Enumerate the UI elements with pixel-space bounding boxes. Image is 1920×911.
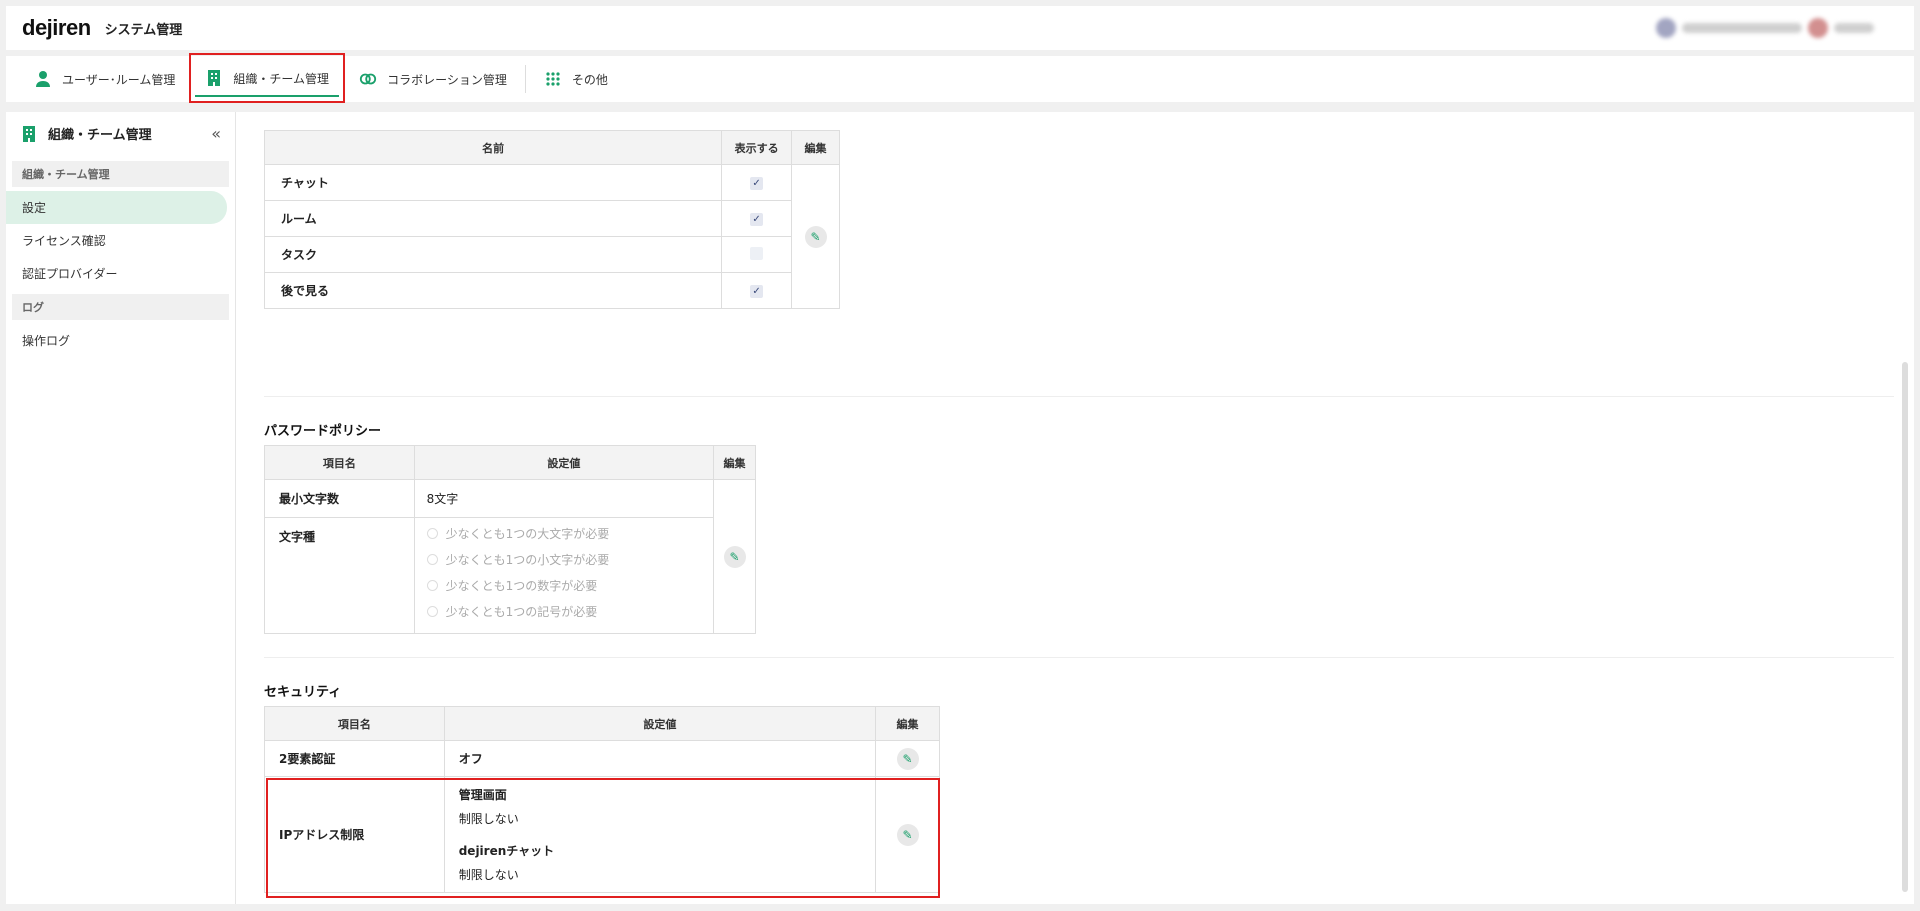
col-header-name: 名前	[263, 130, 723, 165]
table-row: 文字種 少なくとも1つの大文字が必要 少なくとも1つの小文字が必要 少なくとも1…	[264, 517, 756, 634]
col-header-edit: 編集	[791, 130, 840, 165]
user-menu[interactable]	[1656, 18, 1874, 38]
min-length-label: 最小文字数	[264, 479, 415, 518]
table-row: 後で見る ✓	[263, 272, 840, 309]
min-length-value: 8文字	[413, 479, 715, 518]
ip-admin-label: 管理画面	[458, 787, 507, 802]
table-row: ルーム ✓	[263, 200, 840, 237]
security-title: セキュリティ	[264, 685, 342, 700]
option-checkbox[interactable]	[426, 553, 438, 565]
display-checkbox[interactable]: ✓	[750, 285, 764, 298]
col-header-item: 項目名	[264, 445, 415, 480]
user-name-blurred	[1834, 23, 1874, 33]
person-icon	[34, 70, 52, 88]
twofa-value: オフ	[443, 740, 877, 777]
twofa-label: 2要素認証	[264, 740, 445, 777]
sidebar-title: 組織・チーム管理	[48, 128, 152, 143]
option-checkbox[interactable]	[426, 579, 438, 591]
tab-separator	[524, 65, 526, 93]
edit-features-button[interactable]: ✎	[804, 225, 827, 248]
top-bar: dejiren システム管理	[6, 6, 1914, 50]
display-checkbox[interactable]: ✓	[750, 177, 764, 190]
edit-ip-restriction-button[interactable]: ✎	[896, 823, 919, 846]
feature-name: 後で見る	[263, 272, 723, 309]
char-type-label: 文字種	[264, 517, 415, 634]
char-option: 少なくとも1つの大文字が必要	[426, 520, 701, 546]
tab-label: 組織・チーム管理	[233, 71, 330, 86]
tab-collaboration[interactable]: コラボレーション管理	[345, 56, 521, 102]
tab-org-team[interactable]: 組織・チーム管理	[189, 53, 346, 103]
edit-twofa-button[interactable]: ✎	[896, 747, 919, 770]
section-divider	[264, 657, 1894, 658]
main-tab-bar: ユーザー･ルーム管理 組織・チーム管理 コラボレーション管理 その他	[6, 53, 1914, 103]
char-option: 少なくとも1つの記号が必要	[426, 598, 701, 624]
building-icon	[20, 125, 38, 143]
sidebar-item-auth-provider[interactable]: 認証プロバイダー	[6, 257, 235, 290]
collapse-sidebar-icon[interactable]: «	[211, 124, 221, 143]
sidebar: 組織・チーム管理 « 組織・チーム管理 設定 ライセンス確認 認証プロバイダー …	[6, 112, 236, 904]
col-header-item: 項目名	[264, 706, 445, 741]
password-policy-table: 項目名 設定値 編集 最小文字数 8文字 ✎ 文字種 少なくとも1つの大文字が必…	[264, 445, 756, 634]
ip-admin-value: 制限しない	[458, 811, 519, 826]
option-label: 少なくとも1つの小文字が必要	[445, 552, 610, 567]
org-name-blurred	[1682, 23, 1802, 33]
edit-password-policy-button[interactable]: ✎	[723, 545, 746, 568]
col-header-value: 設定値	[413, 445, 715, 480]
table-row: タスク	[263, 236, 840, 273]
tab-user-room[interactable]: ユーザー･ルーム管理	[20, 56, 189, 102]
app-logo[interactable]: dejiren	[22, 15, 91, 41]
sidebar-item-settings[interactable]: 設定	[6, 191, 227, 224]
app-title: システム管理	[104, 22, 183, 38]
option-checkbox[interactable]	[426, 527, 438, 539]
building-icon	[205, 69, 223, 87]
ip-restriction-label: IPアドレス制限	[264, 776, 445, 893]
option-checkbox[interactable]	[426, 605, 438, 617]
table-row: 最小文字数 8文字 ✎	[264, 479, 756, 634]
security-table: 項目名 設定値 編集 2要素認証 オフ ✎ IPアドレス制限 管理画面 制限しな…	[264, 706, 940, 893]
option-label: 少なくとも1つの数字が必要	[445, 578, 598, 593]
col-header-edit: 編集	[875, 706, 940, 741]
feature-display-table: 名前 表示する 編集 チャット ✓ ✎ ルーム ✓ タスク 後で見る ✓	[263, 130, 840, 309]
option-label: 少なくとも1つの記号が必要	[445, 604, 598, 619]
char-option: 少なくとも1つの数字が必要	[426, 572, 701, 598]
table-row: 2要素認証 オフ ✎	[264, 740, 940, 777]
password-policy-title: パスワードポリシー	[264, 424, 382, 439]
tab-label: ユーザー･ルーム管理	[62, 72, 176, 87]
tab-label: その他	[571, 72, 608, 87]
sidebar-section-org: 組織・チーム管理	[12, 161, 229, 187]
ip-chat-label: dejirenチャット	[458, 843, 555, 858]
col-header-display: 表示する	[721, 130, 793, 165]
display-checkbox[interactable]	[750, 246, 764, 260]
scrollbar[interactable]	[1902, 362, 1908, 892]
display-checkbox[interactable]: ✓	[750, 213, 764, 226]
table-row: チャット ✓ ✎	[263, 164, 840, 309]
col-header-edit: 編集	[713, 445, 756, 480]
sidebar-item-license[interactable]: ライセンス確認	[6, 224, 235, 257]
section-divider	[264, 396, 1894, 397]
grid-icon	[544, 70, 562, 88]
table-row: IPアドレス制限 管理画面 制限しない dejirenチャット 制限しない ✎	[264, 776, 940, 893]
main-content: 名前 表示する 編集 チャット ✓ ✎ ルーム ✓ タスク 後で見る ✓ パスワ…	[236, 112, 1914, 904]
sidebar-header: 組織・チーム管理	[6, 112, 235, 155]
char-option: 少なくとも1つの小文字が必要	[426, 546, 701, 572]
user-avatar	[1808, 18, 1828, 38]
ip-chat-value: 制限しない	[458, 867, 519, 882]
tab-other[interactable]: その他	[530, 56, 622, 102]
feature-name: タスク	[263, 236, 723, 273]
sidebar-section-log: ログ	[12, 294, 229, 320]
col-header-value: 設定値	[443, 706, 877, 741]
tab-label: コラボレーション管理	[387, 72, 507, 87]
org-avatar	[1656, 18, 1676, 38]
option-label: 少なくとも1つの大文字が必要	[445, 526, 610, 541]
feature-name: チャット	[263, 164, 723, 201]
link-icon	[359, 70, 377, 88]
sidebar-item-operation-log[interactable]: 操作ログ	[6, 324, 235, 357]
feature-name: ルーム	[263, 200, 723, 237]
